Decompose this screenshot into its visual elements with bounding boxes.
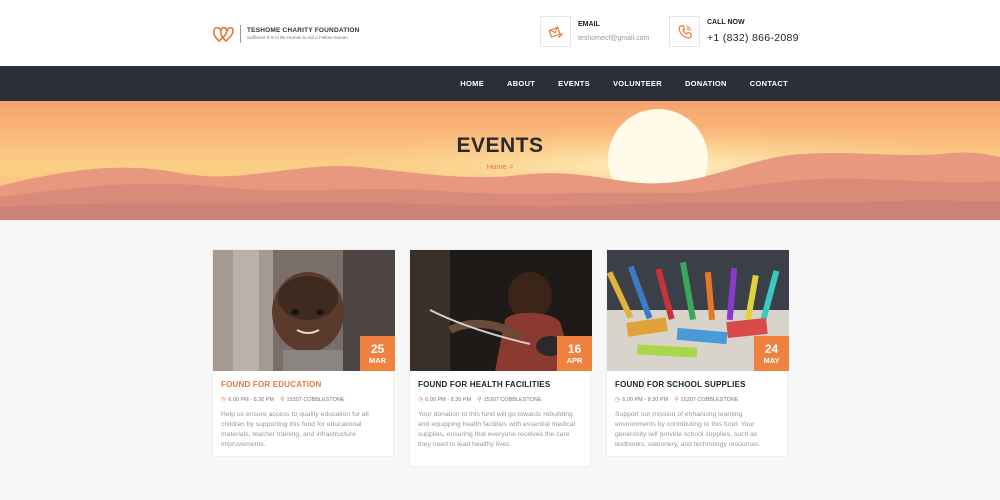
date-day: 24: [764, 341, 779, 356]
event-title[interactable]: FOUND FOR SCHOOL SUPPLIES: [615, 380, 779, 389]
clock-icon: ◷: [615, 397, 621, 403]
event-location: 15307 COBBLESTONE: [286, 396, 345, 403]
event-image[interactable]: 24 MAY: [607, 250, 789, 371]
date-month: MAR: [368, 355, 387, 365]
breadcrumb[interactable]: Home >: [0, 162, 1000, 171]
event-description: Your donation to this fund will go towar…: [418, 411, 576, 448]
email-contact: EMAIL teshomecf@gmail.com: [540, 16, 649, 47]
event-title[interactable]: FOUND FOR HEALTH FACILITIES: [418, 380, 582, 389]
email-value[interactable]: teshomecf@gmail.com: [578, 35, 649, 42]
date-month: APR: [566, 355, 583, 365]
page-title: EVENTS: [456, 134, 544, 157]
nav-volunteer[interactable]: VOLUNTEER: [613, 79, 662, 88]
logo-tagline: Sufficient It Is to Be Human to Aid a Fe…: [247, 35, 348, 40]
event-location: 15307 COBBLESTONE: [680, 396, 739, 403]
site-logo[interactable]: TESHOME CHARITY FOUNDATION Sufficient It…: [212, 20, 362, 48]
logo-divider: [240, 25, 241, 43]
phone-icon-box: [669, 16, 700, 47]
clock-icon: ◷: [221, 397, 227, 403]
nav-home[interactable]: HOME: [460, 79, 484, 88]
logo-name: TESHOME CHARITY FOUNDATION: [247, 26, 360, 34]
map-pin-icon: ⚲: [280, 397, 285, 403]
event-meta: ◷ 6.00 PM - 8.30 PM ⚲ 15307 COBBLESTONE: [221, 396, 385, 404]
date-day: 16: [567, 341, 582, 356]
nav-events[interactable]: EVENTS: [558, 79, 590, 88]
phone-contact: CALL NOW +1 (832) 866-2089: [669, 16, 799, 47]
nav-about[interactable]: ABOUT: [507, 79, 535, 88]
top-header: TESHOME CHARITY FOUNDATION Sufficient It…: [0, 0, 1000, 66]
email-label: EMAIL: [578, 21, 600, 28]
map-pin-icon: ⚲: [674, 397, 679, 403]
phone-label: CALL NOW: [707, 19, 745, 26]
event-image[interactable]: 16 APR: [410, 250, 592, 371]
hero-banner: EVENTS Home >: [0, 101, 1000, 220]
email-icon-box: [540, 16, 571, 47]
event-location: 15307 COBBLESTONE: [483, 396, 542, 403]
event-meta: ◷ 6.00 PM - 8.30 PM ⚲ 15307 COBBLESTONE: [615, 396, 779, 404]
nav-donation[interactable]: DONATION: [685, 79, 727, 88]
date-day: 25: [370, 341, 385, 356]
phone-value[interactable]: +1 (832) 866-2089: [707, 32, 799, 44]
event-time: 6.00 PM - 8.30 PM: [228, 396, 275, 403]
date-badge: 25 MAR: [360, 336, 395, 371]
nav-contact[interactable]: CONTACT: [750, 79, 788, 88]
event-description: Support our mission of enhancing learnin…: [615, 411, 761, 448]
date-month: MAY: [763, 355, 780, 365]
phone-call-icon: [677, 24, 692, 39]
sunset-background: [0, 101, 1000, 220]
date-badge: 16 APR: [557, 336, 592, 371]
event-title[interactable]: FOUND FOR EDUCATION: [221, 380, 385, 389]
event-description: Help us ensure access to quality educati…: [221, 411, 369, 448]
event-time: 6.00 PM - 8.30 PM: [622, 396, 669, 403]
clock-icon: ◷: [418, 397, 424, 403]
event-card[interactable]: 24 MAY FOUND FOR SCHOOL SUPPLIES ◷ 6.00 P…: [606, 249, 789, 457]
email-edit-icon: [547, 25, 563, 38]
event-card[interactable]: 16 APR FOUND FOR HEALTH FACILITIES ◷ 6.00…: [409, 249, 592, 467]
event-meta: ◷ 6.00 PM - 8.30 PM ⚲ 15307 COBBLESTONE: [418, 396, 582, 404]
event-card[interactable]: 25 MAR FOUND FOR EDUCATION ◷ 6.00 PM - 8.…: [212, 249, 395, 457]
event-image[interactable]: 25 MAR: [213, 250, 395, 371]
main-nav: HOME ABOUT EVENTS VOLUNTEER DONATION CON…: [0, 66, 1000, 101]
event-time: 6.00 PM - 8.30 PM: [425, 396, 472, 403]
map-pin-icon: ⚲: [477, 397, 482, 403]
heart-logo-icon: [212, 26, 234, 43]
date-badge: 24 MAY: [754, 336, 789, 371]
